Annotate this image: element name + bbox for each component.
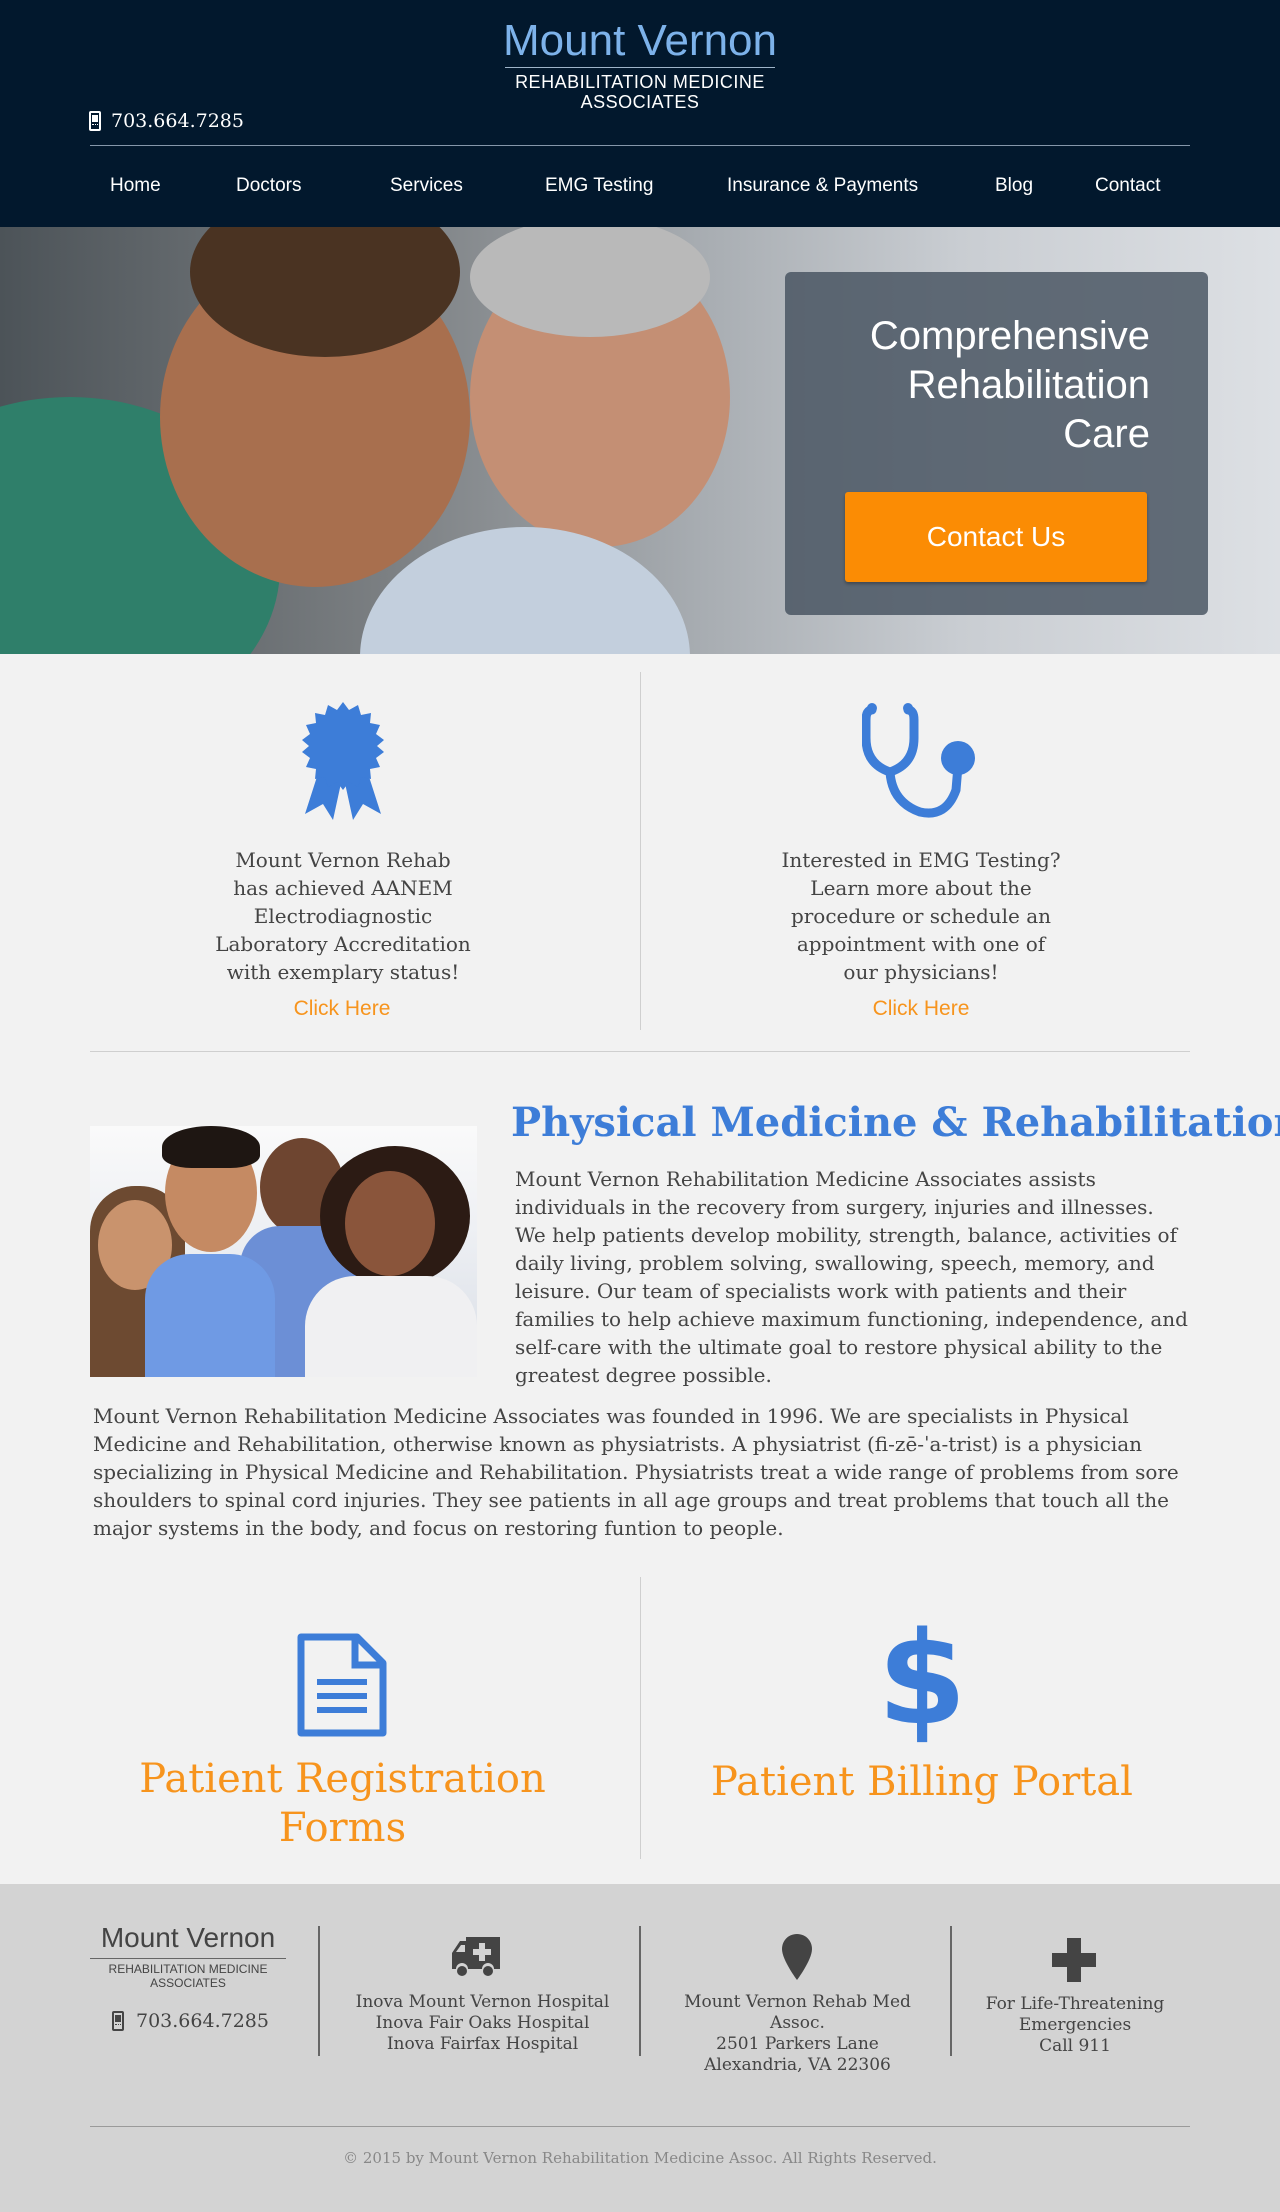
feature-emg-text: Interested in EMG Testing? Learn more ab… [760,846,1082,986]
footer-logo-subtitle-line2: ASSOCIATES [150,1976,226,1990]
footer-divider [318,1926,320,2056]
photo-shape-scrubs2 [145,1254,275,1377]
footer-phone-number[interactable]: 703.664.7285 [136,2010,269,2032]
footer-hospital-item[interactable]: Inova Fairfax Hospital [340,2034,625,2055]
footer-phone[interactable]: 703.664.7285 [112,2010,269,2032]
feature-award-line: Electrodiagnostic [253,904,433,928]
section-divider [90,1051,1190,1052]
header-phone[interactable]: 703.664.7285 [89,110,244,132]
footer-address-line: Mount Vernon Rehab Med Assoc. [684,1992,911,2033]
footer-divider [639,1926,641,2056]
phone-icon [89,111,101,131]
footer-emergency: For Life-Threatening Emergencies Call 91… [970,1994,1180,2057]
hero-title: Comprehensive Rehabilitation Care [810,312,1150,459]
main-nav: Home Doctors Services EMG Testing Insura… [0,165,1280,209]
ribbon-award-icon [302,702,384,820]
photo-shape-hair2 [162,1126,260,1168]
site-footer: Mount Vernon REHABILITATION MEDICINE ASS… [0,1884,1280,2212]
feature-emg-line: appointment with one of [796,932,1046,956]
footer-emergency-line: Emergencies [1018,2015,1132,2035]
hero-card: Comprehensive Rehabilitation Care Contac… [785,272,1208,615]
contact-us-button[interactable]: Contact Us [845,492,1147,582]
footer-address: Mount Vernon Rehab Med Assoc. 2501 Parke… [655,1992,940,2076]
logo-subtitle-line1: REHABILITATION MEDICINE [515,72,765,92]
footer-address-line: 2501 Parkers Lane [716,2034,879,2054]
hero-title-line3: Care [1063,412,1150,456]
footer-divider [950,1926,952,2056]
patient-registration-forms-link[interactable]: Patient Registration Forms [130,1755,555,1853]
feature-award-line: Mount Vernon Rehab [235,848,451,872]
nav-item-home[interactable]: Home [110,175,161,197]
logo-subtitle: REHABILITATION MEDICINE ASSOCIATES [0,72,1280,112]
logo-subtitle-line2: ASSOCIATES [580,92,700,112]
feature-emg-line: procedure or schedule an [790,904,1052,928]
phone-icon [112,2011,124,2031]
nav-item-blog[interactable]: Blog [995,175,1033,197]
doctors-team-photo [90,1126,477,1377]
feature-emg-click-here-link[interactable]: Click Here [821,997,1021,1021]
dollar-icon[interactable]: $ [872,1610,972,1750]
footer-emergency-line: For Life-Threatening [985,1994,1165,2014]
patient-billing-portal-link[interactable]: Patient Billing Portal [700,1758,1144,1807]
hero-title-line2: Rehabilitation [907,363,1150,407]
footer-hospital-item[interactable]: Inova Mount Vernon Hospital [340,1992,625,2013]
medical-cross-icon [1052,1938,1096,1982]
photo-shape-coat4 [305,1276,477,1377]
hero-title-line1: Comprehensive [869,314,1150,358]
hero-banner: Comprehensive Rehabilitation Care Contac… [0,227,1280,654]
feature-award-line: Laboratory Accreditation [215,932,471,956]
copyright-text: © 2015 by Mount Vernon Rehabilitation Me… [343,2149,937,2167]
photo-shape-face4 [345,1171,435,1276]
site-header: Mount Vernon REHABILITATION MEDICINE ASS… [0,0,1280,227]
patient-registration-line2[interactable]: Forms [130,1804,555,1853]
footer-address-line: Alexandria, VA 22306 [704,2055,891,2075]
feature-award-line: with exemplary status! [226,960,460,984]
footer-emergency-line: Call 911 [1039,2036,1111,2056]
header-phone-number[interactable]: 703.664.7285 [111,110,244,132]
logo-title[interactable]: Mount Vernon [0,16,1280,66]
feature-emg-line: Learn more about the [810,876,1032,900]
patient-registration-line1[interactable]: Patient Registration [130,1755,555,1804]
ambulance-icon [452,1937,500,1976]
nav-item-doctors[interactable]: Doctors [236,175,301,197]
footer-logo-subtitle: REHABILITATION MEDICINE ASSOCIATES [90,1962,286,1990]
feature-emg-line: our physicians! [843,960,999,984]
feature-award-line: has achieved AANEM [233,876,453,900]
about-paragraph-2: Mount Vernon Rehabilitation Medicine Ass… [93,1404,1179,1540]
footer-hospital-item[interactable]: Inova Fair Oaks Hospital [340,2013,625,2034]
footer-logo-subtitle-line1: REHABILITATION MEDICINE [108,1962,268,1976]
section-title: Physical Medicine & Rehabilitation [511,1099,1280,1146]
map-pin-icon [782,1934,812,1980]
footer-rule [90,2126,1190,2127]
footer-logo-title[interactable]: Mount Vernon [90,1922,286,1954]
nav-item-contact[interactable]: Contact [1095,175,1160,197]
nav-item-emg-testing[interactable]: EMG Testing [545,175,653,197]
logo-divider [505,67,775,68]
footer-logo-divider [90,1958,286,1959]
footer-hospitals: Inova Mount Vernon Hospital Inova Fair O… [340,1992,625,2055]
document-icon[interactable] [295,1633,389,1739]
feature-award-text: Mount Vernon Rehab has achieved AANEM El… [175,846,511,986]
about-paragraph-1: Mount Vernon Rehabilitation Medicine Ass… [515,1167,1188,1387]
nav-item-services[interactable]: Services [390,175,463,197]
stethoscope-icon [862,703,975,818]
nav-item-insurance-payments[interactable]: Insurance & Payments [727,175,918,197]
nav-divider [90,145,1190,146]
feature-award-click-here-link[interactable]: Click Here [242,997,442,1021]
feature-emg-line: Interested in EMG Testing? [781,848,1061,872]
patient-links-divider [640,1577,641,1859]
feature-divider [640,672,641,1030]
